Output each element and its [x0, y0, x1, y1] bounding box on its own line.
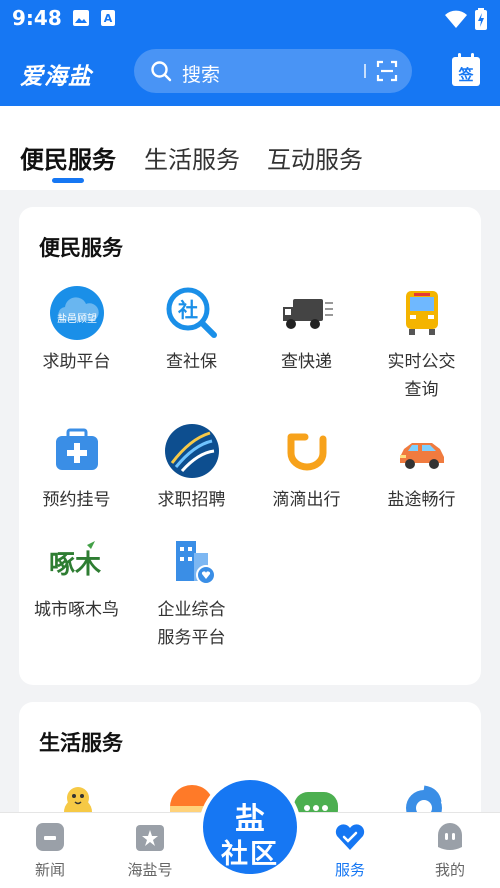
- service-label: 城市啄木鸟: [34, 600, 119, 619]
- profile-icon: [438, 823, 462, 850]
- svg-text:盐邑顾望: 盐邑顾望: [57, 312, 97, 325]
- service-label: 求助平台: [42, 352, 111, 371]
- sign-in-calendar-icon[interactable]: 签: [451, 53, 481, 87]
- tab-convenience[interactable]: 便民服务: [20, 140, 116, 175]
- job-recruit-icon: [164, 424, 219, 478]
- app-header: 爱海盐 搜索 签: [0, 36, 500, 106]
- bus-icon: [405, 291, 438, 335]
- tab-indicator: [52, 178, 84, 183]
- medical-kit-icon: [55, 428, 98, 470]
- heart-check-icon: [335, 824, 365, 850]
- service-registration[interactable]: 预约挂号: [19, 423, 134, 514]
- svg-text:啄木: 啄木: [49, 550, 101, 580]
- svg-text:社: 社: [177, 298, 198, 322]
- service-label: 求职招聘: [157, 490, 226, 509]
- service-didi[interactable]: 滴滴出行: [249, 423, 364, 514]
- search-bar[interactable]: 搜索: [134, 49, 412, 93]
- nav-haiyanhao[interactable]: 海盐号: [110, 821, 190, 880]
- didi-icon: [287, 433, 326, 471]
- card-convenience-services: 便民服务 盐邑顾望 求助平台 社 查社保 查快递 实时公交查询 预约挂号 求职招…: [19, 207, 481, 685]
- service-label: 滴滴出行: [272, 490, 341, 509]
- service-enterprise[interactable]: 企业综合服务平台: [134, 533, 249, 652]
- font-a-icon: A: [101, 10, 115, 26]
- service-jobs[interactable]: 求职招聘: [134, 423, 249, 514]
- tab-life[interactable]: 生活服务: [144, 140, 240, 175]
- svg-text:A: A: [104, 12, 113, 25]
- service-label: 盐途畅行: [387, 490, 456, 509]
- service-label: 查社保: [166, 352, 217, 371]
- cloud-help-icon: 盐邑顾望: [49, 286, 104, 340]
- nav-news[interactable]: 新闻: [10, 821, 90, 880]
- nav-label: 新闻: [34, 862, 65, 879]
- service-express[interactable]: 查快递: [249, 285, 364, 376]
- service-label: 实时公交查询: [387, 352, 456, 399]
- social-security-search-icon: 社: [166, 287, 217, 338]
- app-logo: 爱海盐: [20, 64, 92, 90]
- service-bus-query[interactable]: 实时公交查询: [364, 285, 479, 404]
- svg-text:签: 签: [457, 66, 474, 84]
- star-box-icon: [136, 825, 164, 851]
- category-tabs: 便民服务 生活服务 互动服务: [0, 106, 500, 190]
- service-woodpecker[interactable]: 啄木 城市啄木鸟: [19, 533, 134, 624]
- service-label: 查快递: [281, 352, 332, 371]
- delivery-truck-icon: [282, 299, 333, 329]
- nav-services[interactable]: 服务: [310, 821, 390, 880]
- status-bar: 9:48 A: [0, 0, 500, 36]
- section-title: 便民服务: [39, 237, 123, 260]
- search-icon: [151, 61, 172, 82]
- nav-label: 服务: [334, 862, 365, 879]
- search-divider: [364, 64, 366, 78]
- woodpecker-icon: 啄木: [49, 541, 101, 580]
- nav-label: 海盐号: [127, 862, 173, 879]
- search-placeholder: 搜索: [182, 64, 221, 86]
- tab-interactive[interactable]: 互动服务: [267, 140, 363, 175]
- scan-icon[interactable]: [376, 60, 398, 82]
- news-icon: [36, 823, 64, 851]
- section-title: 生活服务: [39, 732, 123, 755]
- nav-label: 我的: [434, 862, 465, 879]
- enterprise-building-icon: [175, 541, 216, 585]
- service-label: 预约挂号: [42, 490, 111, 509]
- community-center-button[interactable]: 盐 社区: [199, 776, 301, 878]
- wifi-icon: [445, 10, 467, 28]
- nav-profile[interactable]: 我的: [410, 821, 490, 880]
- service-help-platform[interactable]: 盐邑顾望 求助平台: [19, 285, 134, 376]
- battery-icon: [475, 8, 487, 30]
- service-label: 企业综合服务平台: [157, 600, 226, 647]
- service-social-security[interactable]: 社 查社保: [134, 285, 249, 376]
- status-time: 9:48: [12, 6, 62, 30]
- service-yantu[interactable]: 盐途畅行: [364, 423, 479, 514]
- gallery-icon: [73, 10, 89, 26]
- center-button-line2: 社区: [221, 839, 279, 870]
- car-icon: [399, 443, 444, 469]
